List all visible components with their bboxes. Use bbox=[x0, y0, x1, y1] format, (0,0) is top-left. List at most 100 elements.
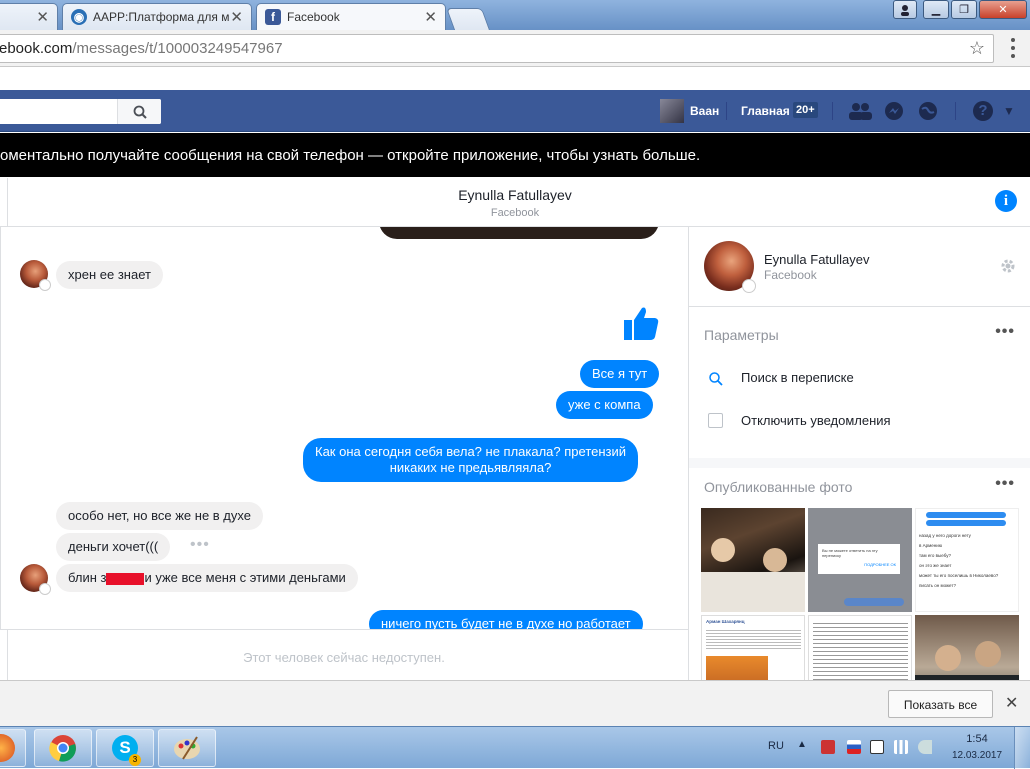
message-incoming-censored: блин з и уже все меня с этими деньгами bbox=[56, 564, 358, 592]
shared-image-bottom[interactable] bbox=[379, 227, 659, 239]
browser-tab-facebook-messages[interactable]: ✕ bbox=[0, 3, 58, 30]
message-incoming: особо нет, но все же не в духе bbox=[56, 502, 263, 530]
info-icon[interactable]: i bbox=[995, 190, 1017, 212]
clock-date[interactable]: 12.03.2017 bbox=[948, 750, 1006, 761]
conversation-title[interactable]: Eynulla Fatullayev bbox=[0, 187, 1030, 203]
banner-text: оментально получайте сообщения на свой т… bbox=[0, 147, 701, 164]
close-icon[interactable]: ✕ bbox=[1005, 693, 1018, 713]
minimize-button[interactable]: ▁ bbox=[923, 0, 949, 19]
photo-author: Арман Шахарянц bbox=[706, 619, 745, 624]
message-list[interactable]: хрен ее знает Все я тут уже с компа Как … bbox=[0, 227, 688, 629]
photo-text: переписку bbox=[822, 553, 842, 558]
divider bbox=[726, 102, 727, 120]
search-input[interactable] bbox=[0, 99, 161, 124]
messenger-icon[interactable] bbox=[884, 101, 904, 121]
shared-photo[interactable] bbox=[808, 615, 912, 680]
globe-icon: ◉ bbox=[71, 9, 87, 25]
avatar[interactable] bbox=[20, 564, 51, 595]
message-part: и уже все меня с этими деньгами bbox=[144, 570, 346, 585]
message-outgoing: Все я тут bbox=[580, 360, 660, 388]
browser-tab-strip: ✕ ◉ AAPP:Платформа для м ✕ f Facebook ✕ … bbox=[0, 0, 1030, 30]
close-tab-icon[interactable]: ✕ bbox=[36, 8, 49, 26]
user-name-link[interactable]: Ваан bbox=[690, 104, 719, 118]
search-icon bbox=[133, 105, 147, 119]
red-censor-block bbox=[106, 572, 145, 585]
taskbar-paint[interactable] bbox=[158, 729, 216, 767]
shared-photo[interactable]: Вы не можете ответить на эту переписку П… bbox=[808, 508, 912, 612]
windows-logo-icon bbox=[0, 734, 15, 762]
show-desktop-button[interactable] bbox=[1014, 727, 1030, 769]
language-indicator[interactable]: RU bbox=[768, 740, 784, 752]
volume-icon[interactable] bbox=[918, 740, 932, 754]
friend-requests-icon[interactable] bbox=[848, 102, 872, 120]
search-in-conversation[interactable]: Поиск в переписке bbox=[741, 370, 854, 385]
message-outgoing: уже с компа bbox=[556, 391, 653, 419]
shared-photo[interactable] bbox=[701, 508, 805, 612]
more-actions-icon[interactable]: ••• bbox=[190, 536, 210, 554]
network-signal-icon[interactable] bbox=[894, 740, 908, 754]
page-top-gap bbox=[0, 67, 1030, 90]
paint-palette-icon bbox=[174, 736, 200, 760]
close-window-button[interactable]: ✕ bbox=[979, 0, 1027, 19]
star-icon[interactable]: ☆ bbox=[969, 38, 985, 59]
tab-label: Facebook bbox=[287, 10, 340, 24]
browser-tab-facebook[interactable]: f Facebook ✕ bbox=[256, 3, 446, 30]
url-domain: ebook.com bbox=[0, 40, 73, 57]
message-incoming: хрен ее знает bbox=[56, 261, 163, 289]
photo-clothing bbox=[701, 572, 805, 612]
mute-checkbox[interactable] bbox=[708, 413, 723, 428]
browser-tab-aapp[interactable]: ◉ AAPP:Платформа для м ✕ bbox=[62, 3, 252, 30]
profile-avatar[interactable] bbox=[704, 241, 756, 293]
user-avatar[interactable] bbox=[660, 99, 684, 123]
home-link[interactable]: Главная bbox=[741, 104, 790, 118]
chevron-down-icon[interactable]: ▼ bbox=[1003, 104, 1015, 118]
photo-text-lines bbox=[706, 628, 801, 650]
taskbar-skype[interactable]: S 3 bbox=[96, 729, 154, 767]
taskbar-chrome[interactable] bbox=[34, 729, 92, 767]
avatar[interactable] bbox=[20, 260, 51, 291]
mute-notifications-label[interactable]: Отключить уведомления bbox=[741, 413, 891, 428]
russian-flag-icon[interactable] bbox=[847, 740, 861, 754]
gear-icon[interactable] bbox=[1000, 258, 1016, 274]
search-icon bbox=[709, 372, 723, 386]
more-options-icon[interactable]: ••• bbox=[995, 323, 1015, 341]
user-profile-icon[interactable] bbox=[893, 0, 917, 19]
conversation-details-panel: Eynulla Fatullayev Facebook Параметры ••… bbox=[688, 227, 1030, 680]
tray-expand-icon[interactable]: ▲ bbox=[797, 739, 807, 750]
new-tab-button[interactable] bbox=[445, 8, 491, 30]
start-button[interactable] bbox=[0, 729, 26, 767]
shared-photos-section: Опубликованные фото ••• Вы не можете отв… bbox=[689, 458, 1030, 680]
options-section: Параметры ••• Поиск в переписке Отключит… bbox=[689, 306, 1030, 458]
notifications-globe-icon[interactable] bbox=[918, 101, 938, 121]
help-icon[interactable]: ? bbox=[973, 101, 993, 121]
profile-subtitle: Facebook bbox=[764, 268, 817, 282]
message-line: Как она сегодня себя вела? не плакала? п… bbox=[315, 444, 627, 459]
show-all-downloads-button[interactable]: Показать все bbox=[888, 690, 993, 718]
tray-app-icon[interactable] bbox=[821, 740, 835, 754]
photo-face bbox=[935, 645, 961, 671]
compose-area: Этот человек сейчас недоступен. bbox=[0, 629, 688, 681]
photo-image bbox=[706, 656, 768, 680]
address-bar[interactable]: ebook.com/messages/t/100003249547967 ☆ bbox=[0, 34, 994, 63]
more-options-icon[interactable]: ••• bbox=[995, 475, 1015, 493]
clock-time[interactable]: 1:54 bbox=[962, 733, 992, 745]
profile-name[interactable]: Eynulla Fatullayev bbox=[764, 252, 870, 267]
facebook-icon: f bbox=[265, 9, 281, 25]
message-incoming: деньги хочет((( bbox=[56, 533, 171, 561]
unavailable-notice: Этот человек сейчас недоступен. bbox=[243, 650, 445, 665]
conversation-subtitle: Facebook bbox=[490, 207, 540, 219]
app-promo-banner[interactable]: оментально получайте сообщения на свой т… bbox=[0, 133, 1030, 177]
safely-remove-icon[interactable] bbox=[870, 740, 884, 754]
message-part: блин з bbox=[68, 570, 107, 585]
search-button[interactable] bbox=[117, 99, 161, 124]
shared-photo[interactable]: назад у него дороги нету в Армению там его… bbox=[915, 508, 1019, 612]
photo-chat-text: назад у него дороги нету в Армению там его… bbox=[919, 533, 999, 588]
close-tab-icon[interactable]: ✕ bbox=[424, 8, 437, 26]
shared-photo[interactable] bbox=[915, 615, 1019, 680]
menu-icon[interactable] bbox=[1005, 38, 1021, 58]
message-outgoing: ничего пусть будет не в духе но работает bbox=[369, 610, 643, 629]
shared-photo[interactable]: Арман Шахарянц bbox=[701, 615, 805, 680]
home-count-badge: 20+ bbox=[793, 102, 818, 118]
maximize-button[interactable]: ❐ bbox=[951, 0, 977, 19]
close-tab-icon[interactable]: ✕ bbox=[230, 8, 243, 26]
